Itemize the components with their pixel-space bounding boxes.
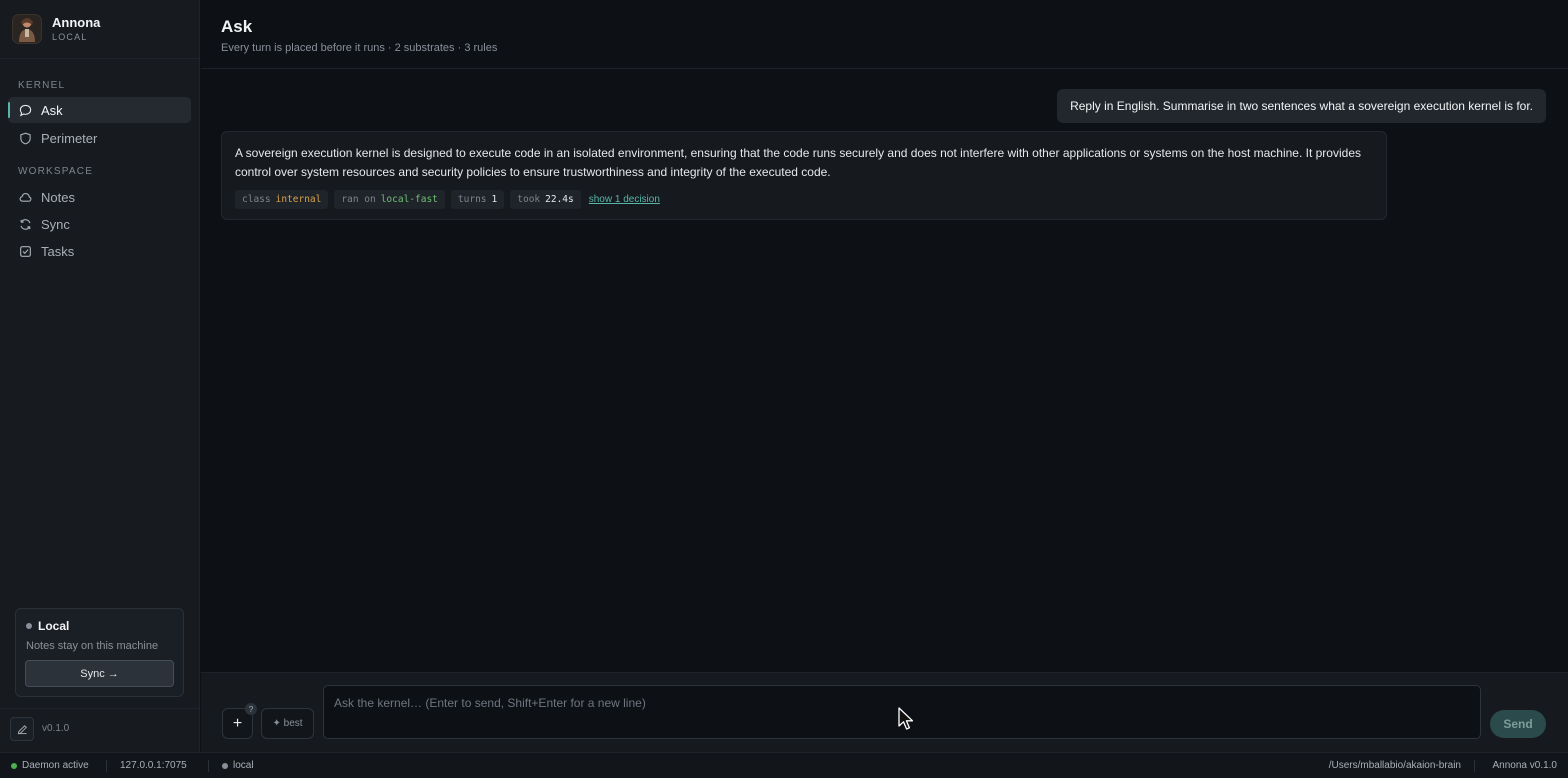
avatar-figure-icon (19, 18, 35, 42)
section-workspace: WORKSPACE (18, 166, 94, 177)
main-panel: Ask Every turn is placed before it runs … (201, 0, 1568, 752)
daemon-address-label: 127.0.0.1:7075 (120, 760, 187, 771)
mouse-cursor-icon (898, 707, 914, 730)
sidebar-version: v0.1.0 (42, 723, 70, 734)
meta-class-chip: class internal (235, 190, 329, 209)
mode-status: local (222, 760, 254, 771)
sidebar-item-tasks[interactable]: Tasks (8, 238, 191, 264)
pencil-icon (17, 724, 27, 734)
refresh-icon (20, 218, 31, 230)
checkbox-icon (20, 245, 31, 257)
page-title: Ask (221, 17, 253, 36)
section-kernel: KERNEL (18, 80, 66, 91)
divider (208, 760, 209, 772)
message-meta: class internal ran on local-fast turns 1… (235, 190, 660, 209)
meta-label: ran on (341, 194, 376, 205)
app-window: Annona LOCAL KERNEL Ask Perimeter WORKSP… (0, 0, 1568, 778)
send-button[interactable]: Send (1490, 710, 1546, 738)
local-card-title: Local (38, 619, 70, 633)
meta-value: local-fast (380, 194, 438, 205)
status-dot-icon (26, 623, 32, 629)
sidebar-item-label: Tasks (41, 243, 75, 259)
cloud-icon (19, 192, 32, 202)
divider (0, 708, 200, 709)
daemon-status: Daemon active (11, 760, 89, 771)
meta-value: internal (275, 194, 322, 205)
edit-button[interactable] (10, 717, 34, 741)
status-bar: Daemon active 127.0.0.1:7075 local /User… (0, 752, 1568, 778)
assistant-message: A sovereign execution kernel is designed… (221, 131, 1387, 220)
status-dot-icon (222, 762, 228, 769)
help-badge[interactable]: ? (245, 703, 257, 715)
status-dot-icon (11, 762, 17, 769)
meta-label: class (242, 194, 271, 205)
assistant-message-text: A sovereign execution kernel is designed… (235, 146, 1361, 179)
sidebar-item-label: Sync (41, 216, 70, 232)
daemon-address: 127.0.0.1:7075 (120, 760, 187, 771)
page-subtitle: Every turn is placed before it runs · 2 … (221, 42, 498, 54)
app-mode: LOCAL (52, 32, 88, 42)
workspace-path: /Users/mballabio/akaion-brain (1329, 760, 1461, 771)
sidebar-item-perimeter[interactable]: Perimeter (8, 125, 191, 151)
local-card-title-row: Local (26, 619, 69, 633)
brand[interactable]: Annona LOCAL (12, 12, 100, 46)
daemon-status-label: Daemon active (22, 760, 89, 771)
divider (0, 58, 200, 59)
app-name: Annona (52, 15, 101, 30)
meta-ran-chip: ran on local-fast (334, 190, 445, 209)
sync-button[interactable]: Sync → (25, 660, 174, 687)
meta-label: took (517, 194, 541, 205)
avatar (12, 14, 42, 44)
chat-bubble-icon (19, 104, 32, 117)
divider (1474, 760, 1475, 772)
sidebar-item-label: Notes (41, 189, 75, 205)
mode-label: local (233, 760, 254, 771)
meta-value: 1 (491, 194, 498, 205)
meta-label: turns (457, 194, 487, 205)
meta-took-chip: took 22.4s (510, 190, 581, 209)
app-version: Annona v0.1.0 (1493, 760, 1558, 771)
sidebar-item-notes[interactable]: Notes (8, 184, 191, 210)
page-header: Ask Every turn is placed before it runs … (201, 0, 1568, 69)
user-message: Reply in English. Summarise in two sente… (1057, 89, 1546, 123)
composer: + ? ✦ best Send (201, 672, 1568, 752)
meta-turns-chip: turns 1 (450, 190, 505, 209)
app-version-label: Annona v0.1.0 (1492, 760, 1558, 771)
sidebar: Annona LOCAL KERNEL Ask Perimeter WORKSP… (0, 0, 200, 752)
sidebar-item-ask[interactable]: Ask (8, 97, 191, 123)
model-best-button[interactable]: ✦ best (261, 708, 314, 739)
sidebar-item-sync[interactable]: Sync (8, 211, 191, 237)
sidebar-item-label: Ask (41, 102, 63, 118)
meta-value: 22.4s (545, 194, 574, 205)
workspace-path-label: /Users/mballabio/akaion-brain (1328, 760, 1461, 771)
show-decision-link[interactable]: show 1 decision (589, 194, 660, 205)
local-storage-card: Local Notes stay on this machine Sync → (15, 608, 184, 697)
sidebar-item-label: Perimeter (41, 130, 98, 146)
local-card-subtitle: Notes stay on this machine (26, 640, 159, 652)
divider (106, 760, 107, 772)
shield-icon (20, 132, 31, 144)
